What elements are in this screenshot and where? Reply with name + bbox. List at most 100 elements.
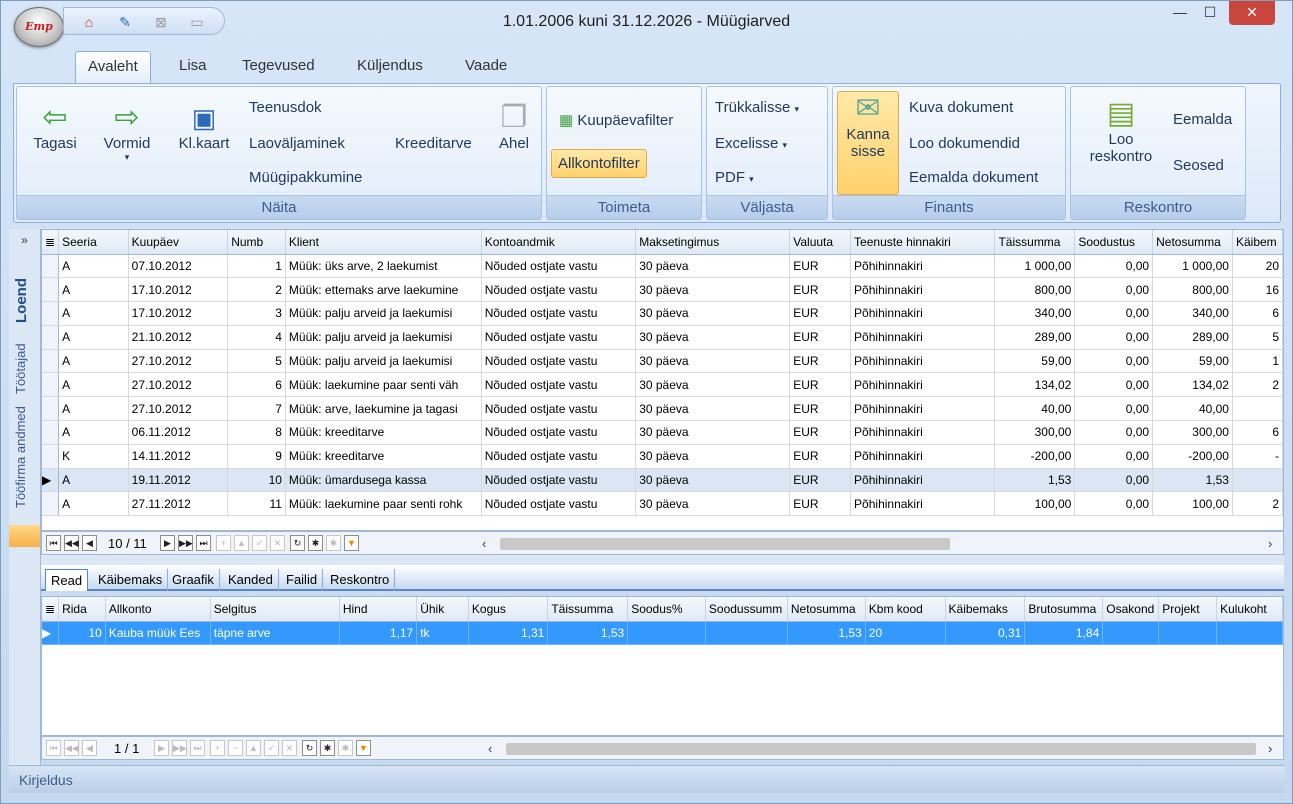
table-cell[interactable]: 134,02 xyxy=(1152,372,1233,398)
tab-read[interactable]: Read xyxy=(45,569,89,591)
tab-kaibemaks[interactable]: Käibemaks xyxy=(93,569,169,591)
table-cell[interactable]: 40,00 xyxy=(1152,396,1233,422)
table-cell[interactable]: Müük: palju arveid ja laekumisi xyxy=(285,301,482,326)
table-cell[interactable]: A xyxy=(58,372,129,398)
edit-up-icon[interactable]: ▲ xyxy=(246,740,261,756)
table-cell[interactable]: 2 xyxy=(227,277,286,303)
scroll-left-icon[interactable]: ‹ xyxy=(488,741,492,756)
table-cell[interactable]: Müük: palju arveid ja laekumisi xyxy=(285,349,482,374)
table-cell[interactable]: 30 päeva xyxy=(635,396,791,422)
table-cell[interactable]: Nõuded ostjate vastu xyxy=(481,277,637,303)
next-page-icon[interactable]: ▶▶ xyxy=(172,740,187,756)
table-cell[interactable]: 5 xyxy=(227,349,286,374)
kreeditarve-button[interactable]: Kreeditarve xyxy=(395,135,472,152)
column-header[interactable]: Klient xyxy=(285,230,482,255)
table-cell[interactable]: A xyxy=(58,325,129,350)
table-cell[interactable]: 300,00 xyxy=(994,420,1076,445)
table-cell[interactable]: A xyxy=(58,301,129,326)
table-cell[interactable]: 0,00 xyxy=(1074,301,1154,326)
check-icon[interactable]: ✓ xyxy=(264,740,279,756)
table-cell[interactable]: 30 päeva xyxy=(635,349,791,374)
column-header[interactable]: Netosumma xyxy=(1152,230,1233,255)
table-cell[interactable]: 0,31 xyxy=(945,621,1026,646)
table-cell[interactable]: Kauba müük Ees xyxy=(105,621,211,646)
table-cell[interactable]: 20 xyxy=(1232,254,1283,279)
klkaart-button[interactable]: ▣ Kl.kaart xyxy=(169,101,239,152)
table-cell[interactable]: 289,00 xyxy=(994,325,1076,350)
nav-tootajad[interactable]: Töötajad xyxy=(13,337,35,401)
pdf-button[interactable]: PDF ▾ xyxy=(715,169,754,186)
filter-icon[interactable]: ▼ xyxy=(356,740,371,756)
table-cell[interactable]: 800,00 xyxy=(994,277,1076,303)
tab-kyljendus[interactable]: Küljendus xyxy=(345,51,435,83)
column-header[interactable]: Soodussumm xyxy=(705,597,788,622)
table-cell[interactable]: EUR xyxy=(789,349,852,374)
table-cell[interactable]: 1,84 xyxy=(1024,621,1104,646)
column-header[interactable]: Selgitus xyxy=(210,597,340,622)
table-cell[interactable]: 340,00 xyxy=(1152,301,1233,326)
table-cell[interactable]: 27.10.2012 xyxy=(128,349,229,374)
table-cell[interactable]: Põhihinnakiri xyxy=(850,396,996,422)
column-header[interactable]: Numb xyxy=(227,230,286,255)
column-header[interactable]: Täissumma xyxy=(547,597,629,622)
table-cell[interactable]: A xyxy=(58,254,129,279)
table-cell[interactable]: 0,00 xyxy=(1074,396,1154,422)
table-cell[interactable]: 17.10.2012 xyxy=(128,277,229,303)
table-cell[interactable]: EUR xyxy=(789,491,852,517)
table-cell[interactable]: Müük: kreeditarve xyxy=(285,420,482,445)
cancel-icon[interactable]: ✕ xyxy=(282,740,297,756)
asterisk-icon[interactable]: ✱ xyxy=(308,535,323,551)
splitter[interactable] xyxy=(41,555,1284,565)
prev-icon[interactable]: ◀ xyxy=(82,535,97,551)
column-header[interactable]: Teenuste hinnakiri xyxy=(850,230,996,255)
column-header[interactable]: Projekt xyxy=(1158,597,1218,622)
table-cell[interactable]: Nõuded ostjate vastu xyxy=(481,468,637,493)
table-row[interactable]: A 07.10.2012 1 Müük: üks arve, 2 laekumist N… xyxy=(42,254,1283,279)
table-cell[interactable]: EUR xyxy=(789,277,852,303)
table-cell[interactable]: 0,00 xyxy=(1074,444,1154,469)
column-header[interactable]: Kulukoht xyxy=(1216,597,1283,622)
column-header[interactable]: Kbm kood xyxy=(865,597,946,622)
table-cell[interactable]: 1 xyxy=(1232,349,1283,374)
table-cell[interactable]: 30 päeva xyxy=(635,301,791,326)
next-icon[interactable]: ▶ xyxy=(160,535,175,551)
eemalda-button[interactable]: Eemalda xyxy=(1173,111,1232,128)
table-cell[interactable]: 0,00 xyxy=(1074,420,1154,445)
column-header[interactable]: Netosumma xyxy=(787,597,866,622)
table-cell[interactable]: 3 xyxy=(227,301,286,326)
column-header[interactable]: Maksetingimus xyxy=(635,230,791,255)
table-cell[interactable]: EUR xyxy=(789,468,852,493)
table-cell[interactable]: Müük: arve, laekumine ja tagasi xyxy=(285,396,482,422)
table-row[interactable]: A 27.10.2012 6 Müük: laekumine paar senti v… xyxy=(42,372,1283,398)
tagasi-button[interactable]: ⇦ Tagasi xyxy=(25,101,85,152)
table-row[interactable]: A 06.11.2012 8 Müük: kreeditarve Nõuded ostj… xyxy=(42,420,1283,445)
asterisk-dim-icon[interactable]: ✱ xyxy=(326,535,341,551)
close-icon[interactable]: ✕ xyxy=(1229,1,1275,25)
table-cell[interactable]: 30 päeva xyxy=(635,491,791,517)
table-cell[interactable]: 1,53 xyxy=(1152,468,1233,493)
table-cell[interactable]: EUR xyxy=(789,372,852,398)
table-cell[interactable]: 0,00 xyxy=(1074,468,1154,493)
table-cell[interactable]: 06.11.2012 xyxy=(128,420,229,445)
table-cell[interactable]: 27.10.2012 xyxy=(128,372,229,398)
prev-page-icon[interactable]: ◀◀ xyxy=(64,740,79,756)
table-cell[interactable]: Müük: palju arveid ja laekumisi xyxy=(285,325,482,350)
trykkalisse-button[interactable]: Trükkalisse ▾ xyxy=(715,99,799,116)
table-row[interactable]: A 27.11.2012 11 Müük: laekumine paar senti … xyxy=(42,491,1283,517)
tab-graafik[interactable]: Graafik xyxy=(167,569,220,591)
table-row[interactable]: A 21.10.2012 4 Müük: palju arveid ja laekum… xyxy=(42,325,1283,350)
column-header[interactable]: Soodustus xyxy=(1074,230,1154,255)
table-cell[interactable]: Nõuded ostjate vastu xyxy=(481,254,637,279)
table-cell[interactable]: 5 xyxy=(1232,325,1283,350)
myygipakkumine-button[interactable]: Müügipakkumine xyxy=(249,169,362,186)
table-cell[interactable]: 2 xyxy=(1232,372,1283,398)
table-row[interactable]: ▶ 10 Kauba müük Ees täpne arve 1,17 tk 1,31 1,5… xyxy=(42,621,1283,646)
laovaljaminek-button[interactable]: Laoväljaminek xyxy=(249,135,345,152)
tab-failid[interactable]: Failid xyxy=(281,569,324,591)
kuupaevafilter-button[interactable]: ▦ Kuupäevafilter xyxy=(559,111,673,129)
prev-page-icon[interactable]: ◀◀ xyxy=(64,535,79,551)
table-cell[interactable]: Müük: laekumine paar senti väh xyxy=(285,372,482,398)
tab-reskontro[interactable]: Reskontro xyxy=(325,569,396,591)
h-scrollbar[interactable] xyxy=(500,538,950,550)
table-cell[interactable]: 10 xyxy=(227,468,286,493)
